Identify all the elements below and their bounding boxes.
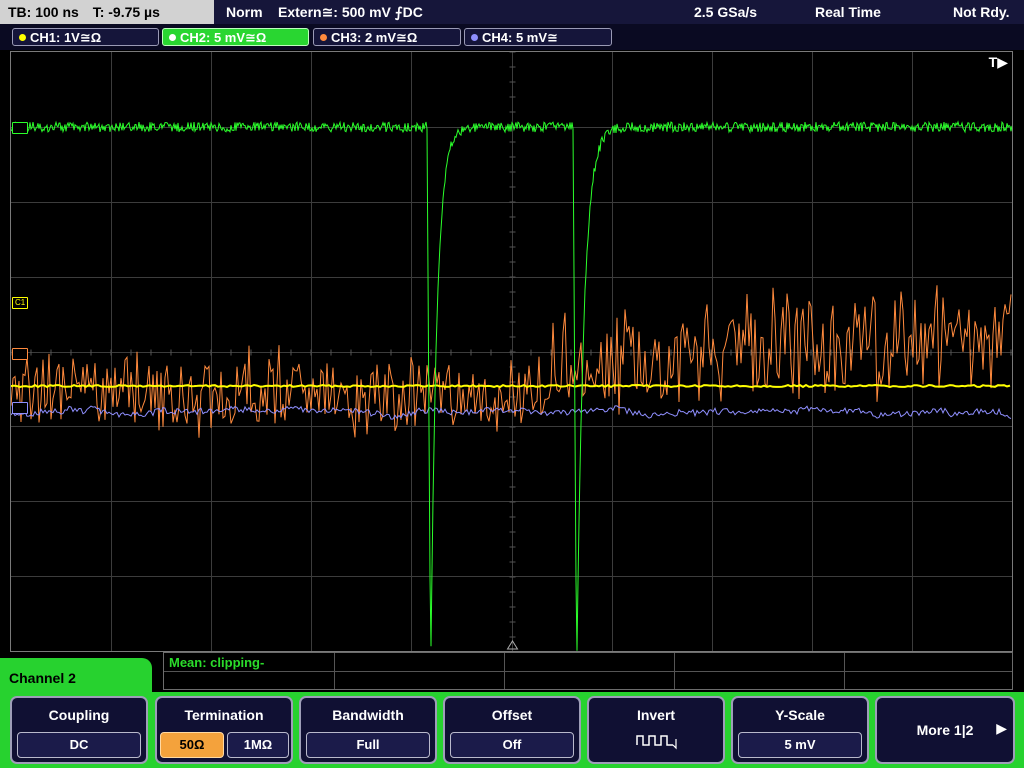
- measurement-cell-divider: [334, 653, 335, 689]
- coupling-value-button[interactable]: DC: [17, 732, 141, 758]
- waveform-traces: [11, 120, 1012, 651]
- tab-ch1[interactable]: CH1: 1V≅Ω: [12, 28, 159, 46]
- coupling-menu[interactable]: Coupling DC: [10, 696, 148, 764]
- termination-menu[interactable]: Termination 50Ω 1MΩ: [155, 696, 293, 764]
- sample-rate[interactable]: 2.5 GSa/s: [694, 0, 757, 24]
- more-menu-button[interactable]: More 1|2 ▶: [875, 696, 1015, 764]
- ch2-color-dot: [169, 34, 176, 41]
- invert-menu[interactable]: Invert: [587, 696, 725, 764]
- status-bar: TB: 100 ns T: -9.75 µs Norm Extern≅: 500…: [0, 0, 1024, 24]
- ch4-trace: [11, 405, 1012, 420]
- tab-ch3[interactable]: CH3: 2 mV≅Ω: [313, 28, 461, 46]
- channel-menu: Coupling DC Termination 50Ω 1MΩ Bandwidt…: [0, 692, 1024, 768]
- ch3-color-dot: [320, 34, 327, 41]
- ch4-label: CH4: 5 mV≅: [482, 30, 558, 45]
- offset-menu[interactable]: Offset Off: [443, 696, 581, 764]
- yscale-menu[interactable]: Y-Scale 5 mV: [731, 696, 869, 764]
- termination-1mohm-button[interactable]: 1MΩ: [227, 732, 289, 758]
- waveform-display[interactable]: T▶ C2 C1 C3 C4: [10, 51, 1013, 652]
- ch3-offset-marker[interactable]: C3: [12, 348, 29, 360]
- ch2-label: CH2: 5 mV≅Ω: [180, 30, 267, 45]
- offset-title: Offset: [491, 707, 533, 723]
- ch1-color-dot: [19, 34, 26, 41]
- coupling-title: Coupling: [48, 707, 110, 723]
- channel-tabs: CH1: 1V≅Ω CH2: 5 mV≅Ω CH3: 2 mV≅Ω CH4: 5…: [0, 24, 1024, 50]
- ch2-offset-marker[interactable]: C2: [12, 122, 29, 134]
- bandwidth-value-button[interactable]: Full: [306, 732, 430, 758]
- bandwidth-menu[interactable]: Bandwidth Full: [299, 696, 437, 764]
- ch3-trace: [11, 285, 1012, 438]
- more-label: More 1|2: [916, 722, 974, 738]
- trigger-position-marker[interactable]: T▶: [989, 54, 1008, 71]
- ch4-color-dot: [471, 34, 478, 41]
- measurement-panel: Mean: clipping-: [163, 652, 1013, 690]
- trigger-mode[interactable]: Norm: [226, 0, 263, 24]
- measurement-mean: Mean: clipping-: [169, 655, 265, 670]
- trigger-time-value: T: -9.75 µs: [92, 4, 160, 20]
- trigger-source[interactable]: Extern≅: 500 mV ⨍DC: [278, 0, 423, 24]
- termination-title: Termination: [184, 707, 264, 723]
- measurement-cell-divider: [674, 653, 675, 689]
- tab-ch2[interactable]: CH2: 5 mV≅Ω: [162, 28, 309, 46]
- acquisition-state: Not Rdy.: [953, 4, 1010, 20]
- termination-50ohm-button[interactable]: 50Ω: [160, 732, 224, 758]
- acquisition-mode[interactable]: Real Time: [815, 0, 881, 24]
- measurement-cell-divider: [504, 653, 505, 689]
- invert-title: Invert: [636, 707, 676, 723]
- offset-value-button[interactable]: Off: [450, 732, 574, 758]
- bandwidth-title: Bandwidth: [332, 707, 404, 723]
- chevron-right-icon: ▶: [996, 720, 1007, 736]
- invert-waveform-icon: [636, 735, 677, 750]
- ch4-offset-marker[interactable]: C4: [12, 402, 29, 414]
- tab-ch4[interactable]: CH4: 5 mV≅: [464, 28, 612, 46]
- yscale-value-button[interactable]: 5 mV: [738, 732, 862, 758]
- ch1-offset-marker[interactable]: C1: [12, 297, 29, 309]
- ch3-label: CH3: 2 mV≅Ω: [331, 30, 418, 45]
- ch1-label: CH1: 1V≅Ω: [30, 30, 102, 45]
- timebase-value: TB: 100 ns: [8, 4, 79, 20]
- yscale-title: Y-Scale: [775, 707, 825, 723]
- measurement-cell-divider: [844, 653, 845, 689]
- timebase-box[interactable]: TB: 100 ns T: -9.75 µs: [0, 0, 214, 24]
- measurement-row-divider: [164, 671, 1012, 672]
